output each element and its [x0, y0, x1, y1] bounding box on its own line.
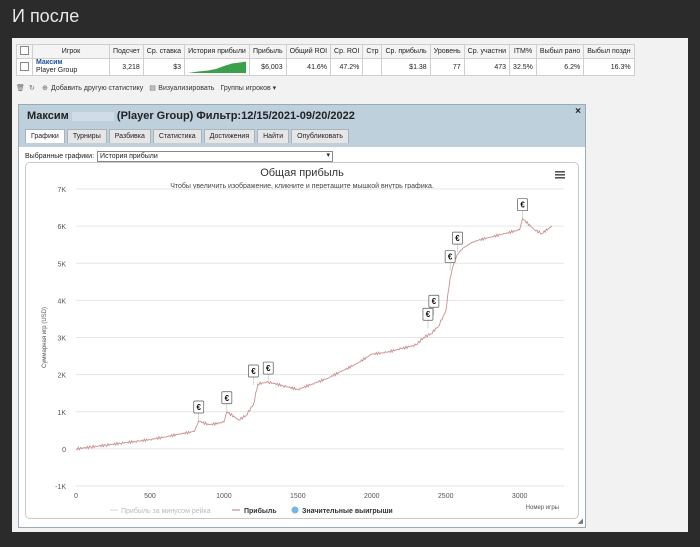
- col-header[interactable]: Ср. ставка: [142, 44, 185, 59]
- legend-swatch: [291, 506, 299, 514]
- tab-breakdown[interactable]: Разбивка: [108, 129, 151, 143]
- win-marker-label: €: [266, 364, 271, 373]
- x-tick-label: 1500: [290, 493, 306, 500]
- col-header[interactable]: Стр: [362, 44, 383, 59]
- x-tick-label: 1000: [216, 493, 232, 500]
- tab-graphs[interactable]: Графики: [25, 129, 65, 143]
- x-tick-label: 3000: [512, 493, 528, 500]
- y-tick-label: 6K: [57, 224, 66, 231]
- early-out-cell: 6.2%: [535, 58, 585, 76]
- stats-table: Игрок Подсчет Ср. ставка История прибыли…: [16, 44, 635, 76]
- col-header[interactable]: Выбыл рано: [535, 44, 585, 59]
- chart-container: Общая прибыль Чтобы увеличить изображение…: [25, 162, 579, 519]
- chart-select-row: Выбранные графики: История прибыли: [25, 151, 334, 162]
- row-checkbox[interactable]: [16, 58, 33, 76]
- screenshot-area: Игрок Подсчет Ср. ставка История прибыли…: [12, 38, 688, 532]
- y-tick-label: 7K: [57, 187, 66, 194]
- col-header[interactable]: Уровень: [429, 44, 465, 59]
- player-dialog: Максим (Player Group) Фильтр:12/15/2021-…: [18, 104, 586, 528]
- tab-publish[interactable]: Опубликовать: [291, 129, 349, 143]
- col-header[interactable]: Ср. ROI: [330, 44, 364, 59]
- y-tick-label: 1K: [57, 410, 66, 417]
- table-toolbar: 🗑 ↻ ⊕ Добавить другую статистику ▤ Визуа…: [16, 82, 681, 94]
- tab-achievements[interactable]: Достижения: [203, 129, 256, 143]
- itm-cell: 32.5%: [509, 58, 537, 76]
- chart-title: Общая прибыль: [260, 167, 344, 179]
- close-icon[interactable]: ×: [575, 106, 581, 117]
- y-tick-label: 3K: [57, 336, 66, 343]
- avg-stake-cell: $3: [142, 58, 185, 76]
- y-axis-label: Суммарная игр (USD): [42, 307, 48, 368]
- player-cell[interactable]: Максим Player Group: [32, 58, 110, 76]
- profit-cell: $6,003: [248, 58, 287, 76]
- trash-icon[interactable]: 🗑: [16, 85, 25, 92]
- win-marker-label: €: [432, 297, 437, 306]
- x-tick-label: 2000: [364, 493, 380, 500]
- chart-select-label: Выбранные графики:: [25, 153, 95, 160]
- y-tick-label: 4K: [57, 298, 66, 305]
- str-cell: [362, 58, 383, 76]
- table-row[interactable]: Максим Player Group 3,218 $3 $6,003 41.6…: [16, 58, 635, 76]
- legend-item-net: Прибыль за минусом рейка: [121, 507, 211, 515]
- dialog-header[interactable]: Максим (Player Group) Фильтр:12/15/2021-…: [19, 105, 585, 147]
- visualize-button[interactable]: ▤ Визуализировать: [149, 85, 214, 92]
- col-header[interactable]: Общий ROI: [285, 44, 332, 59]
- profit-series-line: [75, 217, 553, 451]
- win-marker-label: €: [520, 201, 525, 210]
- x-tick-label: 2500: [438, 493, 454, 500]
- legend-item-wins: Значительные выигрыши: [302, 508, 393, 515]
- legend-item-profit: Прибыль: [244, 507, 277, 515]
- chart-icon: ▤: [149, 84, 156, 92]
- avg-participants-cell: 473: [463, 58, 511, 76]
- resize-handle-icon[interactable]: ◢: [578, 517, 583, 525]
- x-axis-label: Номер игры: [526, 505, 559, 511]
- y-tick-label: -1K: [55, 484, 66, 491]
- win-marker-label: €: [225, 394, 230, 403]
- y-tick-label: 5K: [57, 261, 66, 268]
- win-marker-label: €: [426, 310, 431, 319]
- player-name-link[interactable]: Максим: [36, 59, 106, 67]
- col-header[interactable]: Ср. участни: [463, 44, 511, 59]
- dialog-tabs: Графики Турниры Разбивка Статистика Дост…: [25, 129, 349, 143]
- player-groups-dropdown[interactable]: Группы игроков ▾: [220, 84, 276, 92]
- redacted-block: [71, 111, 114, 121]
- refresh-icon[interactable]: ↻: [29, 85, 36, 92]
- win-marker-label: €: [251, 367, 256, 376]
- y-tick-label: 2K: [57, 373, 66, 380]
- profit-sparkline: [187, 61, 246, 73]
- dialog-title: Максим (Player Group) Фильтр:12/15/2021-…: [27, 110, 355, 122]
- table-header-row: Игрок Подсчет Ср. ставка История прибыли…: [16, 44, 635, 59]
- col-header[interactable]: Прибыль: [248, 44, 287, 59]
- total-roi-cell: 41.6%: [285, 58, 332, 76]
- avg-roi-cell: 47.2%: [330, 58, 364, 76]
- col-header[interactable]: Выбыл поздн: [583, 44, 635, 59]
- win-marker-label: €: [197, 403, 202, 412]
- tab-statistics[interactable]: Статистика: [152, 129, 202, 143]
- win-marker-label: €: [455, 234, 460, 243]
- level-cell: 77: [429, 58, 465, 76]
- chart-select[interactable]: История прибыли: [97, 151, 334, 162]
- profit-chart[interactable]: Общая прибыльЧтобы увеличить изображение…: [26, 163, 578, 518]
- win-marker-label: €: [448, 253, 453, 262]
- select-all-checkbox[interactable]: [16, 44, 33, 59]
- count-cell: 3,218: [109, 58, 144, 76]
- col-header[interactable]: Игрок: [32, 44, 110, 59]
- col-header[interactable]: История прибыли: [183, 44, 250, 59]
- tab-tournaments[interactable]: Турниры: [66, 129, 107, 143]
- add-stat-button[interactable]: ⊕ Добавить другую статистику: [42, 85, 143, 92]
- player-group: Player Group: [36, 67, 78, 74]
- profit-history-cell: [183, 58, 250, 76]
- x-tick-label: 0: [74, 493, 78, 500]
- tab-find[interactable]: Найти: [257, 129, 290, 143]
- page-heading: И после: [12, 6, 80, 26]
- y-tick-label: 0: [62, 447, 66, 454]
- late-out-cell: 16.3%: [583, 58, 635, 76]
- x-tick-label: 500: [144, 493, 156, 500]
- col-header[interactable]: Подсчет: [109, 44, 144, 59]
- col-header[interactable]: ITM%: [509, 44, 537, 59]
- menu-icon[interactable]: [555, 171, 565, 179]
- add-icon: ⊕: [42, 84, 48, 92]
- avg-profit-cell: $1.38: [381, 58, 431, 76]
- col-header[interactable]: Ср. прибыль: [381, 44, 431, 59]
